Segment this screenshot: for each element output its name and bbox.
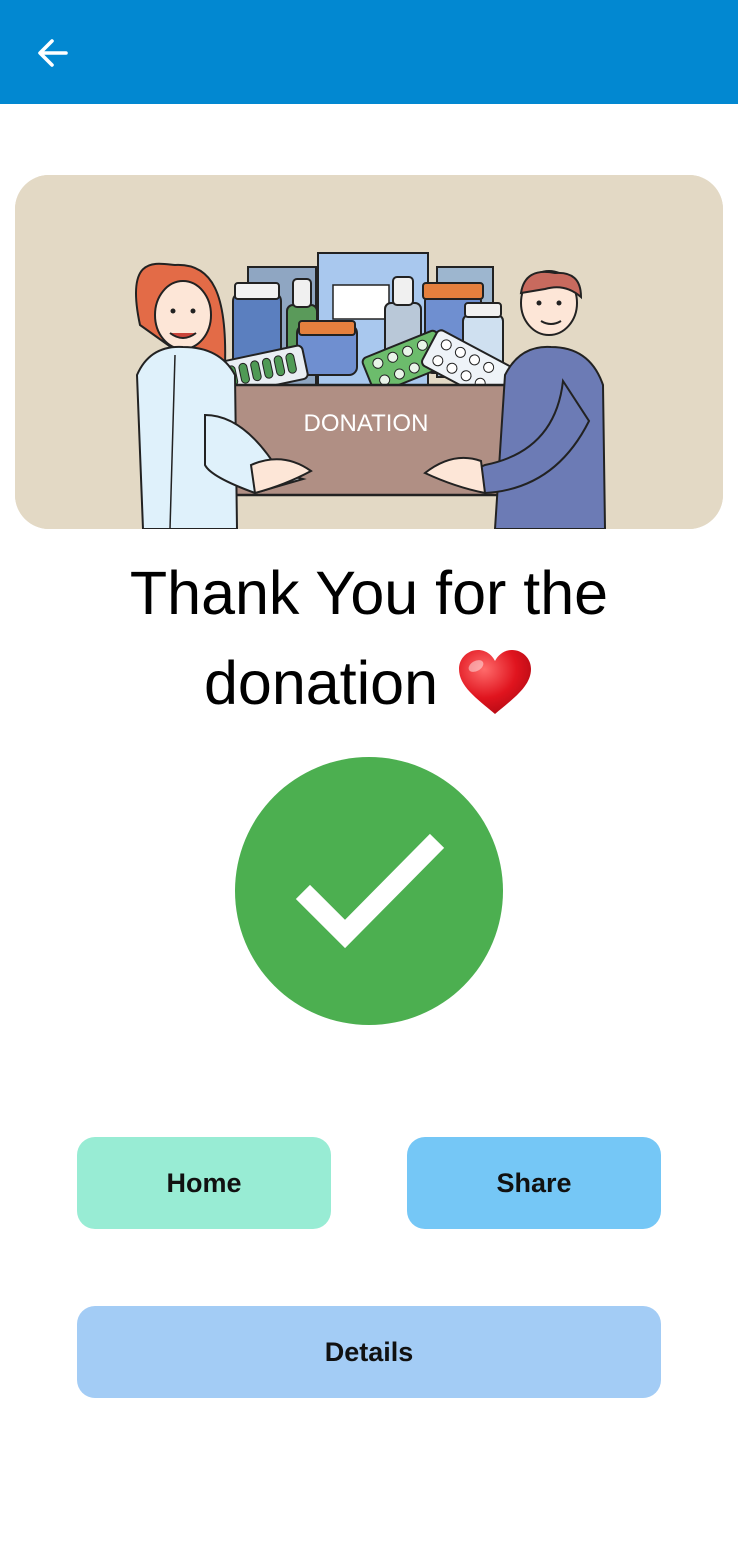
home-button[interactable]: Home — [77, 1137, 331, 1229]
details-button[interactable]: Details — [77, 1306, 661, 1398]
app-bar — [0, 0, 738, 104]
heart-icon — [459, 650, 532, 714]
thank-you-line2: donation — [203, 649, 439, 717]
check-circle-icon — [235, 757, 503, 1025]
back-button[interactable] — [22, 22, 84, 84]
box-label: DONATION — [304, 410, 429, 437]
thank-you-message: Thank You for the donation — [0, 548, 738, 728]
arrow-left-icon — [38, 39, 68, 67]
share-button[interactable]: Share — [407, 1137, 661, 1229]
thank-you-line1: Thank You for the — [129, 559, 609, 627]
donation-illustration: DONATION — [15, 175, 723, 529]
success-check-circle — [234, 756, 504, 1026]
